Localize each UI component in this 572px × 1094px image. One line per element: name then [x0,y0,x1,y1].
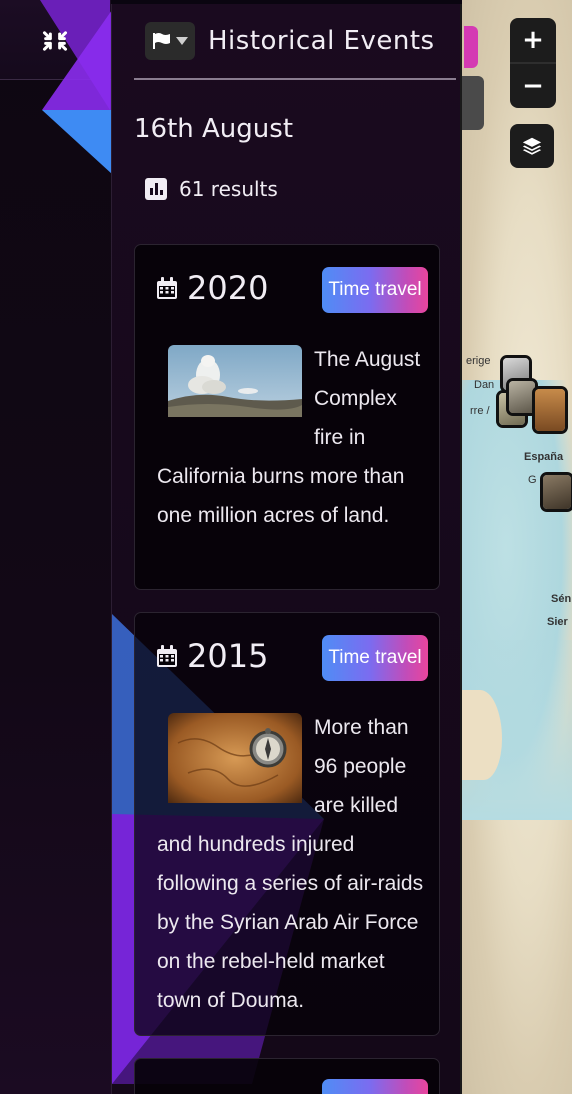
compass-map-image [168,713,302,803]
hidden-panel-tab [464,26,478,68]
collapse-button[interactable] [36,22,74,60]
results-label: 61 results [179,177,278,201]
calendar-icon [157,277,177,299]
event-year-row: 2015 [157,637,268,675]
map-label: G [528,474,537,486]
map-label: Dan [474,379,495,391]
time-travel-button[interactable]: Time travel [322,635,428,681]
event-year-row: 2020 [157,269,268,307]
event-card [134,1058,440,1094]
panel-header: Historical Events [134,4,456,80]
map-label: Sén [551,593,572,605]
map-label: España [524,451,564,463]
event-year: 2020 [187,269,269,307]
decorative-shape [42,110,111,174]
event-description: The August Complex fire in California bu… [157,340,427,535]
collapse-arrows-icon [42,31,68,51]
flag-icon [153,33,170,49]
event-card: 2015 Time travel More than 96 people are… [134,612,440,1036]
event-card: 2020 Time travel The August Complex fire… [134,244,440,590]
map-label: Sier [547,616,568,628]
zoom-control: + − [510,18,556,108]
zoom-out-button[interactable]: − [510,64,556,108]
scrollbar-thumb[interactable] [460,76,484,130]
calendar-icon [157,645,177,667]
map-marker[interactable] [540,472,572,512]
events-panel[interactable]: Historical Events 16th August 61 results [111,4,462,1094]
event-image[interactable] [168,713,302,816]
event-image[interactable] [168,345,302,430]
map-marker[interactable] [532,386,568,434]
panel-title: Historical Events [208,26,435,56]
category-dropdown[interactable] [145,22,195,60]
results-count: 61 results [145,177,278,201]
layers-button[interactable] [510,124,554,168]
wildfire-smoke-image [168,345,302,417]
time-travel-button[interactable]: Time travel [322,267,428,313]
event-year: 2015 [187,637,269,675]
map-label: rre / [470,405,490,417]
caret-down-icon [176,37,188,45]
time-travel-button[interactable] [322,1079,428,1094]
zoom-in-button[interactable]: + [510,18,556,62]
map-label: erige [466,355,491,367]
date-heading: 16th August [134,114,294,144]
event-description: More than 96 people are killed and hundr… [157,708,427,1020]
bar-chart-icon [145,178,167,200]
layers-icon [522,137,542,155]
left-sidebar [0,0,111,1094]
